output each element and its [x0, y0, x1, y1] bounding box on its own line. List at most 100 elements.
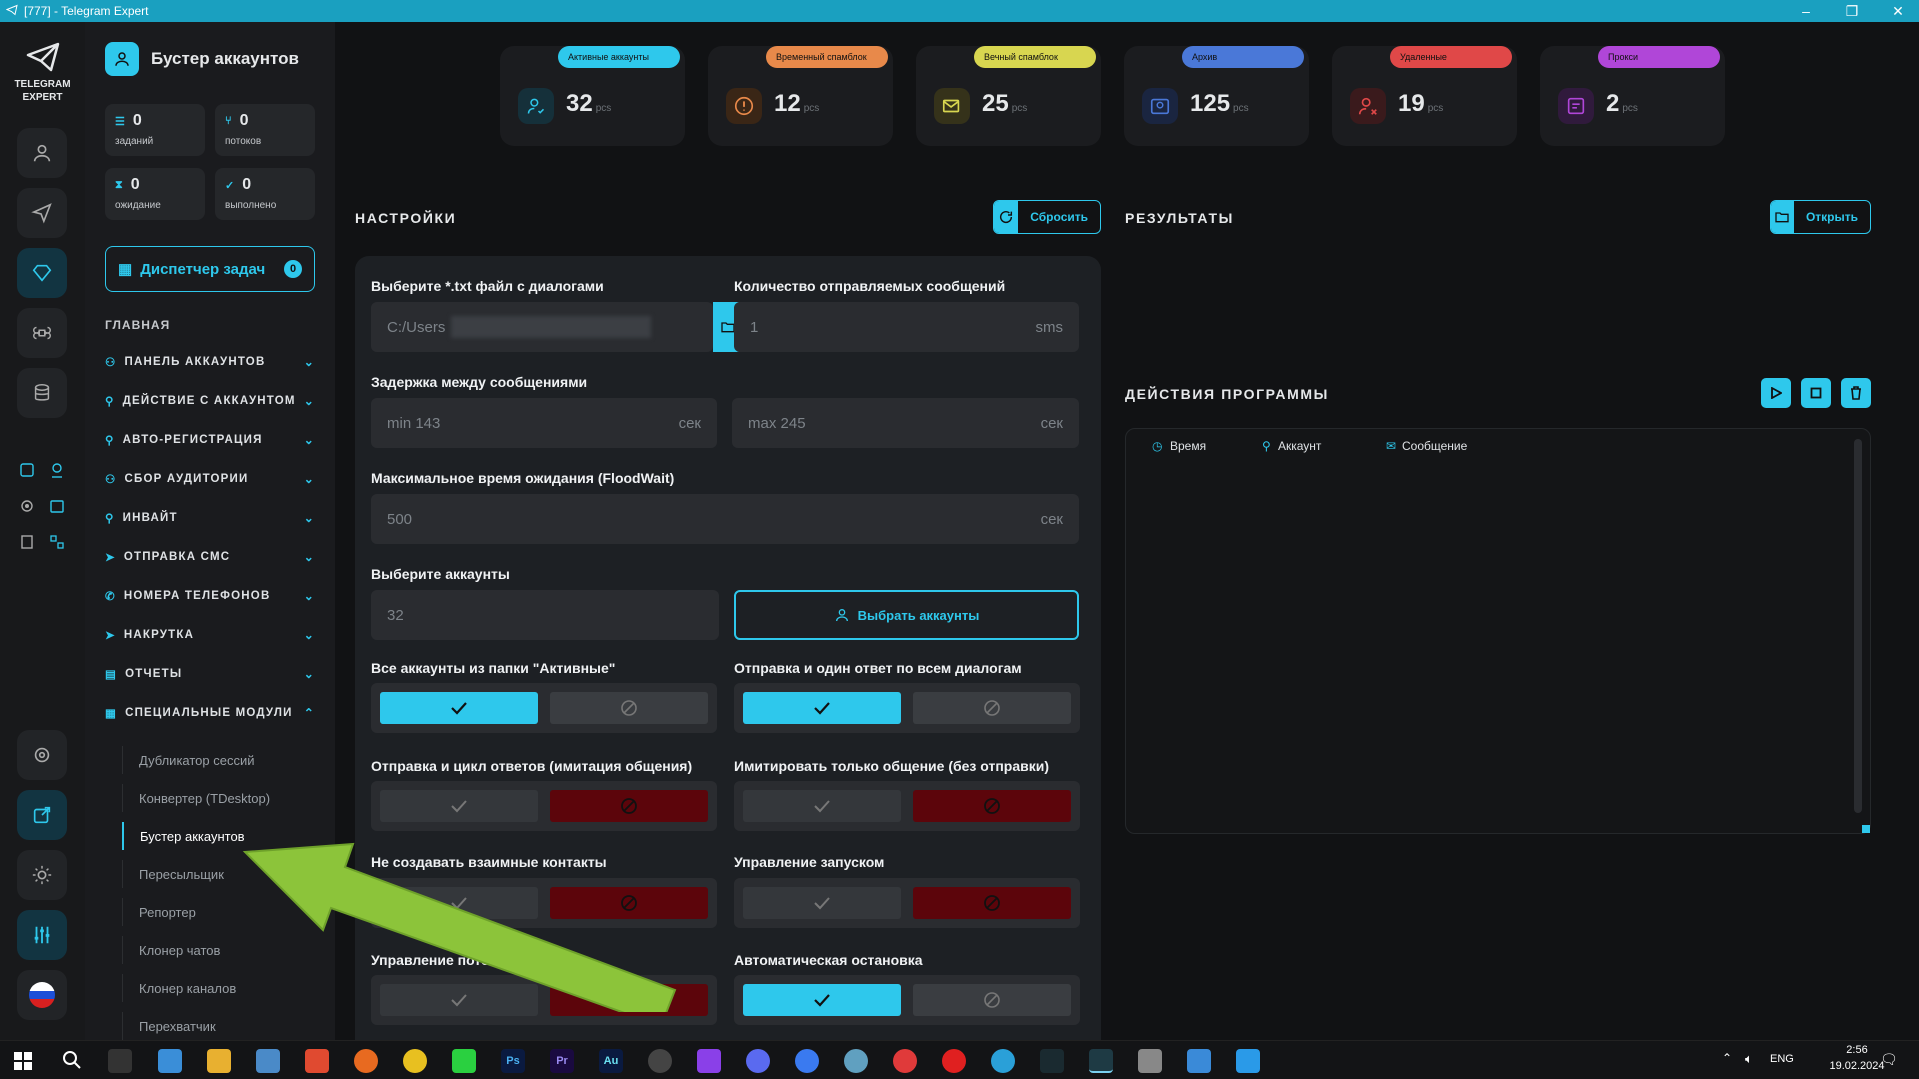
app-icon[interactable]	[256, 1049, 280, 1073]
open-button[interactable]: Открыть	[1770, 200, 1871, 234]
select-accounts-button[interactable]: Выбрать аккаунты	[734, 590, 1079, 640]
block-icon[interactable]	[913, 887, 1071, 919]
delay-min-input[interactable]: min 143 сек	[371, 398, 717, 448]
nav-account-action[interactable]: ⚲ ДЕЙСТВИЕ С АККАУНТОМ ⌄	[105, 389, 315, 413]
telegram-taskbar-icon[interactable]	[991, 1049, 1015, 1073]
discord-icon[interactable]	[746, 1049, 770, 1073]
search-icon[interactable]	[62, 1050, 82, 1075]
rail-settings-button[interactable]	[17, 730, 67, 780]
accounts-count-input[interactable]: 32	[371, 590, 719, 640]
submenu-interceptor[interactable]: Перехватчик	[122, 1012, 312, 1040]
telegram-expert-taskbar-icon[interactable]	[1040, 1049, 1064, 1073]
check-icon[interactable]	[743, 984, 901, 1016]
clear-button[interactable]	[1841, 378, 1871, 408]
language-indicator[interactable]: ENG	[1770, 1053, 1794, 1065]
nav-reports[interactable]: ▤ ОТЧЕТЫ ⌄	[105, 662, 315, 686]
card-proxy[interactable]: Прокси 2 pcs	[1540, 46, 1725, 146]
twitch-icon[interactable]	[697, 1049, 721, 1073]
rail-theme-button[interactable]	[17, 850, 67, 900]
audition-icon[interactable]: Au	[599, 1049, 623, 1073]
card-active-accounts[interactable]: Активные аккаунты 32 pcs	[500, 46, 685, 146]
block-icon[interactable]	[550, 692, 708, 724]
messenger-icon[interactable]	[795, 1049, 819, 1073]
task-dispatcher-button[interactable]: ▦ Диспетчер задач 0	[105, 246, 315, 292]
col-account[interactable]: Аккаунт	[1278, 439, 1321, 453]
col-time[interactable]: Время	[1170, 439, 1206, 453]
log-scrollbar[interactable]	[1854, 439, 1862, 813]
submenu-session-duplicator[interactable]: Дубликатор сессий	[122, 746, 312, 774]
rail-external-button[interactable]	[17, 790, 67, 840]
file-input[interactable]: C:/Users	[371, 302, 713, 352]
location-user-icon[interactable]	[47, 460, 67, 480]
gear-icon[interactable]	[17, 496, 37, 516]
nav-send-sms[interactable]: ➤ ОТПРАВКА СМС ⌄	[105, 545, 315, 569]
app-icon-5[interactable]	[1236, 1049, 1260, 1073]
rail-language-button[interactable]	[17, 970, 67, 1020]
nav-boost[interactable]: ➤ НАКРУТКА ⌄	[105, 623, 315, 647]
block-icon[interactable]	[913, 790, 1071, 822]
document-icon[interactable]	[17, 532, 37, 552]
calendar-icon[interactable]	[47, 496, 67, 516]
nav-auto-registration[interactable]: ⚲ АВТО-РЕГИСТРАЦИЯ ⌄	[105, 428, 315, 452]
check-icon[interactable]	[380, 692, 538, 724]
volume-icon[interactable]: 🔈︎	[1745, 1051, 1753, 1067]
toggle-launch-control[interactable]	[734, 878, 1080, 928]
toggle-imitate-only[interactable]	[734, 781, 1080, 831]
calculator-icon[interactable]	[158, 1049, 182, 1073]
card-deleted[interactable]: Удаленные 19 pcs	[1332, 46, 1517, 146]
rail-accounts-button[interactable]	[17, 128, 67, 178]
check-icon[interactable]	[743, 887, 901, 919]
toggle-send-one-reply[interactable]	[734, 683, 1080, 733]
check-icon[interactable]	[743, 790, 901, 822]
firefox-icon[interactable]	[354, 1049, 378, 1073]
toggle-auto-stop[interactable]	[734, 975, 1080, 1025]
card-archive[interactable]: Архив 125 pcs	[1124, 46, 1309, 146]
app-icon-4[interactable]	[1187, 1049, 1211, 1073]
reset-button[interactable]: Сбросить	[993, 200, 1101, 234]
grid-settings-icon[interactable]	[17, 460, 37, 480]
app-icon-2[interactable]	[844, 1049, 868, 1073]
play-button[interactable]	[1761, 378, 1791, 408]
submenu-converter[interactable]: Конвертер (TDesktop)	[122, 784, 312, 812]
nav-audience[interactable]: ⚇ СБОР АУДИТОРИИ ⌄	[105, 467, 315, 491]
block-icon[interactable]	[913, 984, 1071, 1016]
rail-command-button[interactable]	[17, 308, 67, 358]
photoshop-icon[interactable]: Ps	[501, 1049, 525, 1073]
toggle-all-active[interactable]	[371, 683, 717, 733]
yandex-browser-icon[interactable]	[942, 1049, 966, 1073]
delay-max-input[interactable]: max 245 сек	[732, 398, 1079, 448]
file-explorer-icon[interactable]	[207, 1049, 231, 1073]
rail-diamond-button[interactable]	[17, 248, 67, 298]
rail-send-button[interactable]	[17, 188, 67, 238]
rail-sliders-button[interactable]	[17, 910, 67, 960]
chrome-icon[interactable]	[403, 1049, 427, 1073]
telegram-expert-active-icon[interactable]	[1089, 1049, 1113, 1073]
resize-handle[interactable]	[1862, 825, 1870, 833]
nav-phone-numbers[interactable]: ✆ НОМЕРА ТЕЛЕФОНОВ ⌄	[105, 584, 315, 608]
check-icon[interactable]	[743, 692, 901, 724]
anydesk-icon[interactable]	[305, 1049, 329, 1073]
obs-icon[interactable]	[648, 1049, 672, 1073]
restore-button[interactable]: ❐	[1832, 0, 1872, 22]
notification-icon[interactable]: 🗨︎	[1880, 1051, 1898, 1068]
app-icon-3[interactable]	[893, 1049, 917, 1073]
block-icon[interactable]	[913, 692, 1071, 724]
close-button[interactable]: ✕	[1878, 0, 1918, 22]
card-perm-spamblock[interactable]: Вечный спамблок 25 pcs	[916, 46, 1101, 146]
database-app-icon[interactable]	[1138, 1049, 1162, 1073]
nav-accounts-panel[interactable]: ⚇ ПАНЕЛЬ АККАУНТОВ ⌄	[105, 350, 315, 374]
nav-special-modules[interactable]: ▦ СПЕЦИАЛЬНЫЕ МОДУЛИ ⌃	[105, 701, 315, 725]
col-message[interactable]: Сообщение	[1402, 439, 1467, 453]
windows-start-icon[interactable]	[14, 1052, 32, 1070]
floodwait-input[interactable]: 500 сек	[371, 494, 1079, 544]
apps-icon[interactable]	[47, 532, 67, 552]
phone-app-icon[interactable]	[452, 1049, 476, 1073]
minimize-button[interactable]: –	[1786, 0, 1826, 22]
tray-chevron-icon[interactable]: ⌃	[1722, 1051, 1732, 1065]
premiere-icon[interactable]: Pr	[550, 1049, 574, 1073]
nav-invite[interactable]: ⚲ ИНВАЙТ ⌄	[105, 506, 315, 530]
message-count-input[interactable]: 1 sms	[734, 302, 1079, 352]
rail-database-button[interactable]	[17, 368, 67, 418]
card-temp-spamblock[interactable]: Временный спамблок 12 pcs	[708, 46, 893, 146]
task-view-icon[interactable]	[108, 1049, 132, 1073]
